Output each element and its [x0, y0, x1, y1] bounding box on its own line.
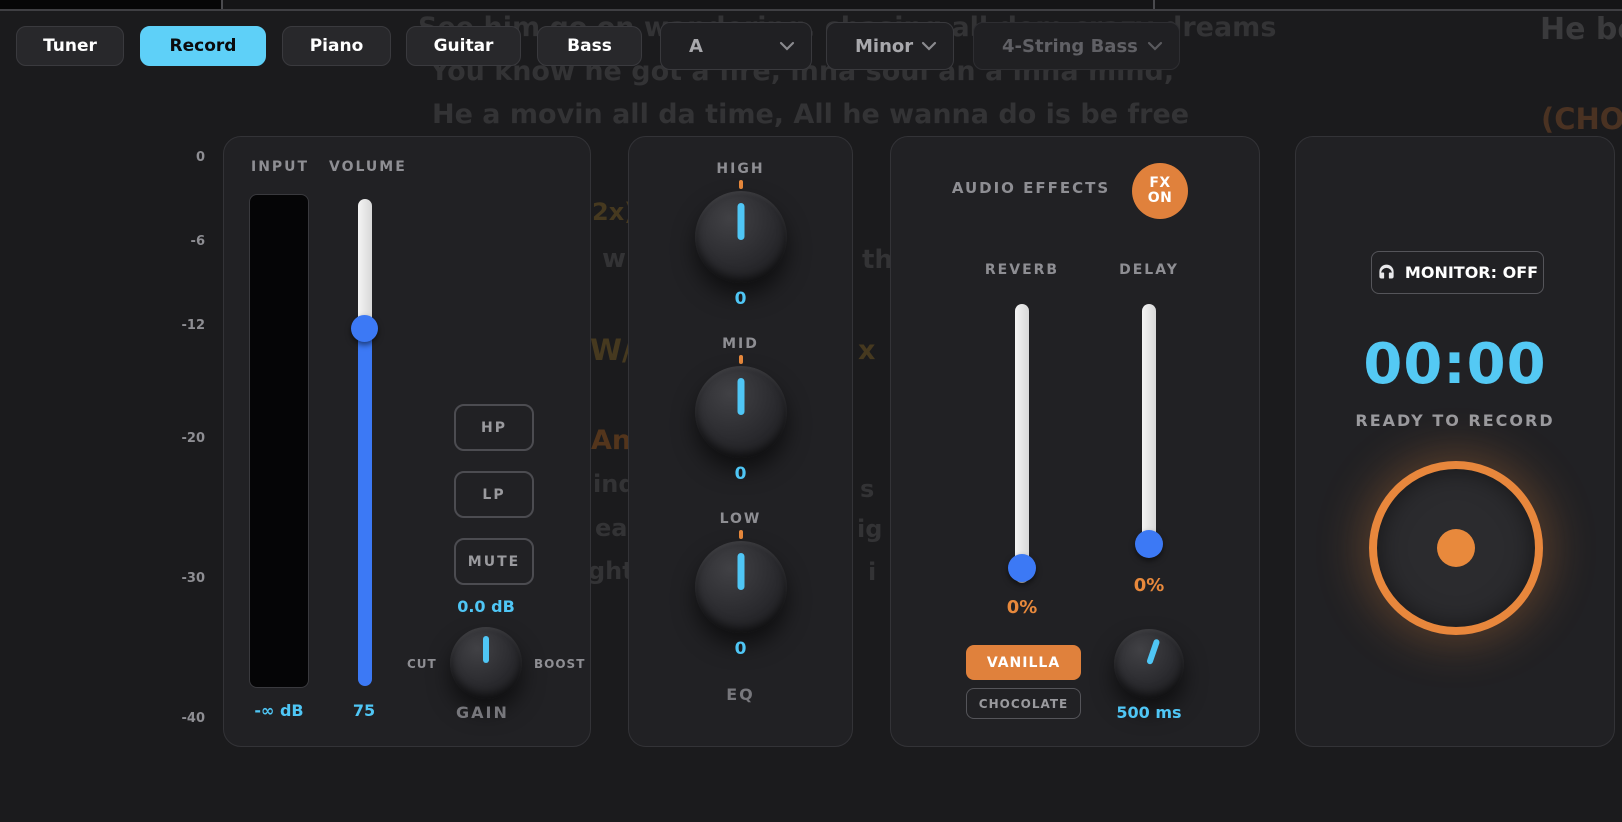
delay-value: 0%	[1119, 575, 1179, 596]
eq-mid-value: 0	[629, 464, 852, 484]
cut-label: CUT	[407, 657, 437, 671]
instrument-dropdown-value: 4-String Bass	[1002, 36, 1138, 57]
fx-on-line2: ON	[1148, 191, 1173, 206]
lyric-fragment: ig	[857, 515, 882, 543]
lyric-fragment: s	[860, 475, 874, 503]
chevron-down-icon	[921, 41, 937, 51]
key-dropdown[interactable]: A	[660, 22, 812, 70]
delay-label: DELAY	[1079, 262, 1219, 278]
lyric-fragment: x	[858, 335, 875, 366]
db-scale-label: -40	[161, 711, 205, 726]
lyric-line: He a movin all da time, All he wanna do …	[432, 99, 1189, 130]
reverb-value: 0%	[992, 597, 1052, 618]
boost-label: BOOST	[534, 657, 585, 671]
key-dropdown-value: A	[689, 36, 703, 57]
headphones-icon	[1377, 263, 1396, 282]
fx-on-line1: FX	[1149, 176, 1170, 191]
tab-guitar[interactable]: Guitar	[406, 26, 521, 66]
delay-slider-track[interactable]	[1142, 304, 1156, 551]
eq-low-knob[interactable]	[695, 541, 787, 633]
gain-value: 0.0 dB	[436, 597, 536, 616]
effects-panel: AUDIO EFFECTS FX ON REVERB DELAY 0% 0% V…	[890, 136, 1260, 747]
effects-title: AUDIO EFFECTS	[921, 179, 1141, 197]
fx-on-button[interactable]: FX ON	[1132, 163, 1188, 219]
lyric-fragment: i	[868, 558, 876, 586]
lyric-fragment: An	[591, 425, 631, 456]
input-meter-value: -∞ dB	[239, 701, 319, 720]
recording-app: See him go on wandering, chasing all dem…	[0, 0, 1622, 822]
volume-label: VOLUME	[329, 159, 407, 175]
mode-dropdown[interactable]: Minor	[826, 22, 954, 70]
delay-time-knob-indicator	[1146, 638, 1160, 665]
eq-panel: HIGH 0 MID 0 LOW 0 EQ	[628, 136, 853, 747]
delay-time-knob[interactable]	[1114, 629, 1184, 699]
eq-high-knob-indicator	[738, 203, 745, 240]
monitor-label: MONITOR: OFF	[1405, 263, 1538, 282]
lp-filter-button[interactable]: LP	[454, 471, 534, 518]
volume-slider-track-lower[interactable]	[358, 328, 372, 686]
eq-mid-knob-indicator	[738, 378, 745, 415]
lyric-fragment: w	[602, 244, 626, 274]
eq-low-knob-indicator	[738, 553, 745, 590]
eq-high-tick	[739, 180, 743, 189]
gain-label: GAIN	[456, 703, 509, 722]
volume-value: 75	[334, 701, 394, 720]
volume-slider-track-upper[interactable]	[358, 199, 372, 328]
eq-low-value: 0	[629, 639, 852, 659]
eq-mid-knob[interactable]	[695, 366, 787, 458]
tab-tuner[interactable]: Tuner	[16, 26, 124, 66]
lyric-fragment: W/	[590, 333, 633, 367]
gain-knob-indicator	[483, 636, 489, 663]
eq-high-label: HIGH	[629, 161, 852, 177]
eq-high-knob[interactable]	[695, 191, 787, 283]
db-scale-label: -6	[161, 234, 205, 249]
record-timer: 00:00	[1296, 332, 1614, 397]
tab-piano[interactable]: Piano	[282, 26, 391, 66]
delay-time-value: 500 ms	[1109, 703, 1189, 722]
monitor-toggle-button[interactable]: MONITOR: OFF	[1371, 251, 1544, 294]
db-scale-label: -12	[161, 318, 205, 333]
tab-record[interactable]: Record	[140, 26, 266, 66]
input-panel: INPUT VOLUME -∞ dB 75 HP LP MUTE 0.0 dB …	[223, 136, 591, 747]
lyric-fragment: ea	[595, 514, 627, 542]
record-panel: MONITOR: OFF 00:00 READY TO RECORD	[1295, 136, 1615, 747]
lyric-fragment: ght	[588, 557, 634, 585]
record-button-dot	[1437, 529, 1475, 567]
gain-knob[interactable]	[450, 627, 522, 699]
vanilla-button[interactable]: VANILLA	[966, 645, 1081, 680]
chevron-down-icon	[1147, 41, 1163, 51]
record-button[interactable]	[1369, 461, 1543, 635]
db-scale-label: -30	[161, 571, 205, 586]
volume-slider-thumb[interactable]	[351, 315, 378, 342]
eq-low-tick	[739, 530, 743, 539]
eq-low-label: LOW	[629, 511, 852, 527]
reverb-label: REVERB	[952, 262, 1092, 278]
reverb-slider-track[interactable]	[1015, 304, 1029, 583]
delay-slider-thumb[interactable]	[1135, 530, 1163, 558]
input-label: INPUT	[251, 159, 309, 175]
mode-dropdown-value: Minor	[855, 36, 913, 57]
reverb-slider-thumb[interactable]	[1008, 554, 1036, 582]
db-scale-label: -20	[161, 431, 205, 446]
mute-button[interactable]: MUTE	[454, 538, 534, 585]
lyric-fragment: th	[862, 245, 893, 275]
eq-title: EQ	[629, 685, 852, 704]
eq-high-value: 0	[629, 289, 852, 309]
hp-filter-button[interactable]: HP	[454, 404, 534, 451]
chevron-down-icon	[779, 41, 795, 51]
lyric-fragment: (CHO	[1541, 102, 1622, 136]
tab-bass[interactable]: Bass	[537, 26, 642, 66]
eq-mid-label: MID	[629, 336, 852, 352]
instrument-dropdown[interactable]: 4-String Bass	[973, 22, 1180, 70]
eq-mid-tick	[739, 355, 743, 364]
db-scale-label: 0	[161, 150, 205, 165]
input-level-meter	[249, 194, 309, 688]
tab-bar: Tuner Record Piano Guitar Bass A Minor 4…	[0, 0, 1622, 90]
chocolate-button[interactable]: CHOCOLATE	[966, 688, 1081, 719]
record-status: READY TO RECORD	[1296, 411, 1614, 430]
